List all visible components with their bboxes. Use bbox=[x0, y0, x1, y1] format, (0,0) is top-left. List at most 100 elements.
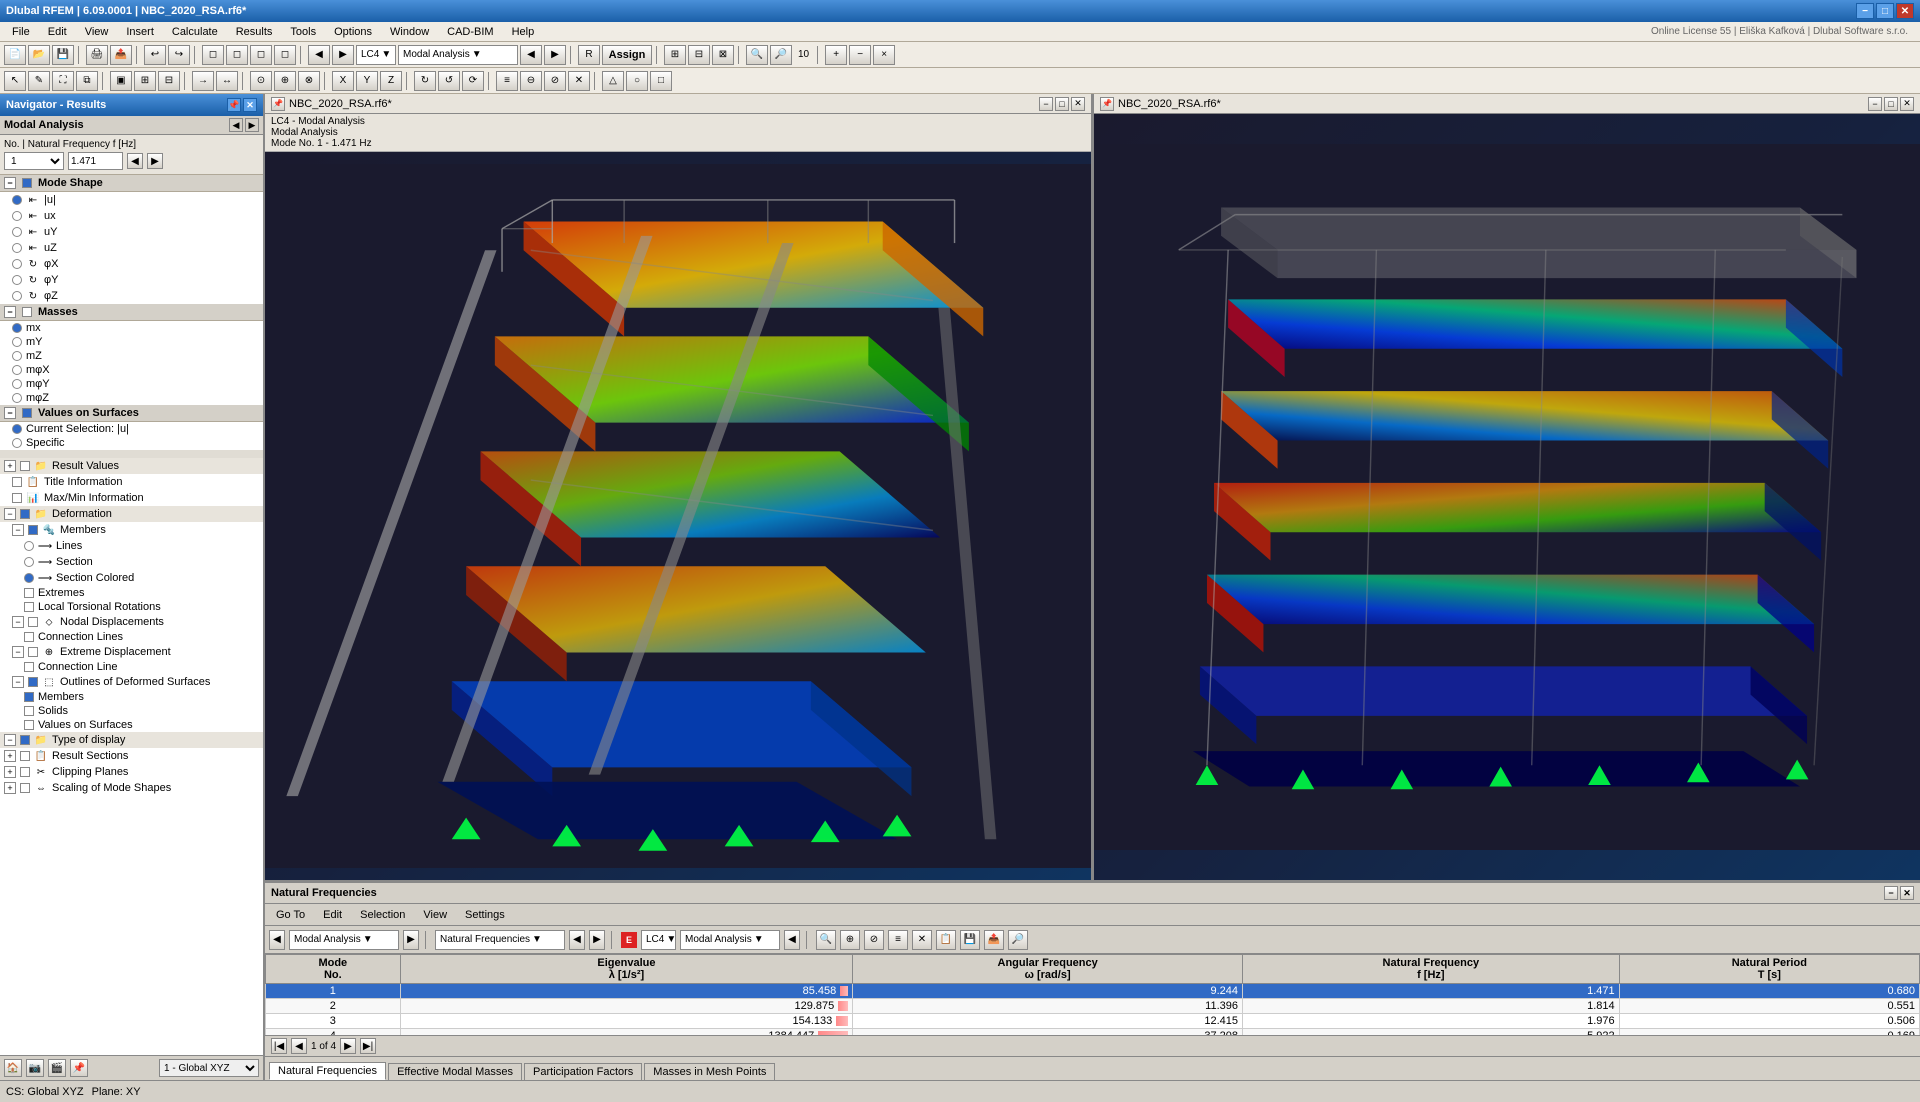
bottom-freq-prev[interactable]: ◀ bbox=[569, 930, 585, 950]
tree-u-abs[interactable]: ⇤ |u| bbox=[0, 192, 263, 208]
view-left-close[interactable]: ✕ bbox=[1071, 97, 1085, 111]
menu-tools[interactable]: Tools bbox=[282, 24, 324, 40]
masses-checkbox[interactable] bbox=[22, 307, 32, 317]
tb2-axis-z[interactable]: Z bbox=[380, 71, 402, 91]
nodal-disp-checkbox[interactable] bbox=[28, 617, 38, 627]
table-row[interactable]: 2 129.875 11.396 1.814 0.551 bbox=[266, 999, 1920, 1014]
table-row[interactable]: 3 154.133 12.415 1.976 0.506 bbox=[266, 1014, 1920, 1029]
radio-my[interactable] bbox=[12, 337, 22, 347]
tb2-select-2[interactable]: ○ bbox=[626, 71, 648, 91]
radio-uy[interactable] bbox=[12, 227, 22, 237]
tree-phiy[interactable]: ↻ φY bbox=[0, 272, 263, 288]
tree-extreme-disp[interactable]: − ⊕ Extreme Displacement bbox=[0, 644, 263, 660]
nav-close-btn[interactable]: ✕ bbox=[243, 98, 257, 112]
bottom-lc-analysis-dropdown[interactable]: Modal Analysis ▼ bbox=[680, 930, 780, 950]
tb2-rot-z[interactable]: ⟳ bbox=[462, 71, 484, 91]
tb-btn-b[interactable]: ◻ bbox=[226, 45, 248, 65]
zoom-in-btn[interactable]: 🔍 bbox=[746, 45, 768, 65]
tb2-extra-2[interactable]: ⊖ bbox=[520, 71, 542, 91]
tb-extra-1[interactable]: + bbox=[825, 45, 847, 65]
tree-outlines-values[interactable]: Values on Surfaces bbox=[0, 718, 263, 732]
bottom-icon-1[interactable]: 🔍 bbox=[816, 930, 836, 950]
tb2-9[interactable]: ↔ bbox=[216, 71, 238, 91]
tb2-axis-y[interactable]: Y bbox=[356, 71, 378, 91]
page-prev[interactable]: ◀ bbox=[291, 1038, 307, 1054]
tree-outlines[interactable]: − ⬚ Outlines of Deformed Surfaces bbox=[0, 674, 263, 690]
type-display-expand[interactable]: − bbox=[4, 734, 16, 746]
tree-nodal-disp[interactable]: − ⬦ Nodal Displacements bbox=[0, 614, 263, 630]
freq-prev-btn[interactable]: ◀ bbox=[127, 153, 143, 169]
radio-mphix[interactable] bbox=[12, 365, 22, 375]
tb2-8[interactable]: → bbox=[192, 71, 214, 91]
radio-current-sel[interactable] bbox=[12, 424, 22, 434]
bottom-modal-dropdown[interactable]: Modal Analysis ▼ bbox=[289, 930, 399, 950]
tree-specific[interactable]: Specific bbox=[0, 436, 263, 450]
outlines-values-checkbox[interactable] bbox=[24, 720, 34, 730]
tb-btn-a[interactable]: ◻ bbox=[202, 45, 224, 65]
view-left-min[interactable]: − bbox=[1039, 97, 1053, 111]
page-next[interactable]: ▶ bbox=[340, 1038, 356, 1054]
tree-uz[interactable]: ⇤ uZ bbox=[0, 240, 263, 256]
view-right-canvas[interactable] bbox=[1094, 114, 1920, 880]
tree-outlines-solids[interactable]: Solids bbox=[0, 704, 263, 718]
tree-section-colored[interactable]: ⟶ Section Colored bbox=[0, 570, 263, 586]
nav-prev-btn[interactable]: ◀ bbox=[229, 118, 243, 132]
radio-phiy[interactable] bbox=[12, 275, 22, 285]
nav-footer-btn-2[interactable]: 📷 bbox=[26, 1059, 44, 1077]
menu-view[interactable]: View bbox=[77, 24, 117, 40]
tb2-snap-2[interactable]: ⊕ bbox=[274, 71, 296, 91]
menu-calculate[interactable]: Calculate bbox=[164, 24, 226, 40]
tb2-select-1[interactable]: △ bbox=[602, 71, 624, 91]
tree-phiz[interactable]: ↻ φZ bbox=[0, 288, 263, 304]
bottom-icon-7[interactable]: 💾 bbox=[960, 930, 980, 950]
radio-mphiz[interactable] bbox=[12, 393, 22, 403]
radio-phix[interactable] bbox=[12, 259, 22, 269]
view-left-max[interactable]: □ bbox=[1055, 97, 1069, 111]
radio-mx[interactable] bbox=[12, 323, 22, 333]
tree-mz[interactable]: mZ bbox=[0, 349, 263, 363]
outlines-members-checkbox[interactable] bbox=[24, 692, 34, 702]
view-left-pin[interactable]: 📌 bbox=[271, 97, 285, 111]
radio-mz[interactable] bbox=[12, 351, 22, 361]
menu-window[interactable]: Window bbox=[382, 24, 437, 40]
bottom-goto[interactable]: Go To bbox=[269, 907, 312, 923]
radio-u-abs[interactable] bbox=[12, 195, 22, 205]
bottom-icon-4[interactable]: ≡ bbox=[888, 930, 908, 950]
page-first[interactable]: |◀ bbox=[271, 1038, 287, 1054]
bottom-freq-next[interactable]: ▶ bbox=[589, 930, 605, 950]
tb2-1[interactable]: ↖ bbox=[4, 71, 26, 91]
bottom-icon-6[interactable]: 📋 bbox=[936, 930, 956, 950]
result-values-checkbox[interactable] bbox=[20, 461, 30, 471]
lc-dropdown[interactable]: LC4 ▼ bbox=[356, 45, 396, 65]
page-last[interactable]: ▶| bbox=[360, 1038, 376, 1054]
bottom-tb-next[interactable]: ▶ bbox=[403, 930, 419, 950]
tree-section[interactable]: ⟶ Section bbox=[0, 554, 263, 570]
freq-value-input[interactable] bbox=[68, 152, 123, 170]
result-values-expand[interactable]: + bbox=[4, 460, 16, 472]
nav-pin-btn[interactable]: 📌 bbox=[227, 98, 241, 112]
tree-clipping[interactable]: + ✂ Clipping Planes bbox=[0, 764, 263, 780]
nav-next-btn[interactable]: ▶ bbox=[245, 118, 259, 132]
bottom-icon-8[interactable]: 📤 bbox=[984, 930, 1004, 950]
tree-result-values[interactable]: + 📁 Result Values bbox=[0, 458, 263, 474]
analysis-dropdown[interactable]: Modal Analysis ▼ bbox=[398, 45, 518, 65]
tree-scaling[interactable]: + ⇔ Scaling of Mode Shapes bbox=[0, 780, 263, 796]
menu-edit[interactable]: Edit bbox=[40, 24, 75, 40]
def-members-checkbox[interactable] bbox=[28, 525, 38, 535]
prev-lc-btn[interactable]: ◀ bbox=[308, 45, 330, 65]
bottom-icon-5[interactable]: ✕ bbox=[912, 930, 932, 950]
radio-lines[interactable] bbox=[24, 541, 34, 551]
bottom-tb-prev[interactable]: ◀ bbox=[269, 930, 285, 950]
close-btn[interactable]: ✕ bbox=[1896, 3, 1914, 19]
nav-footer-btn-4[interactable]: 📌 bbox=[70, 1059, 88, 1077]
view-left-canvas[interactable] bbox=[265, 152, 1091, 880]
outlines-expand[interactable]: − bbox=[12, 676, 24, 688]
clipping-checkbox[interactable] bbox=[20, 767, 30, 777]
nav-footer-btn-3[interactable]: 🎬 bbox=[48, 1059, 66, 1077]
bottom-edit[interactable]: Edit bbox=[316, 907, 349, 923]
nodal-disp-expand[interactable]: − bbox=[12, 616, 24, 628]
tb2-extra-4[interactable]: ✕ bbox=[568, 71, 590, 91]
tab-natural-freq[interactable]: Natural Frequencies bbox=[269, 1062, 386, 1080]
values-surfaces-expand[interactable]: − bbox=[4, 407, 16, 419]
new-btn[interactable]: 📄 bbox=[4, 45, 26, 65]
